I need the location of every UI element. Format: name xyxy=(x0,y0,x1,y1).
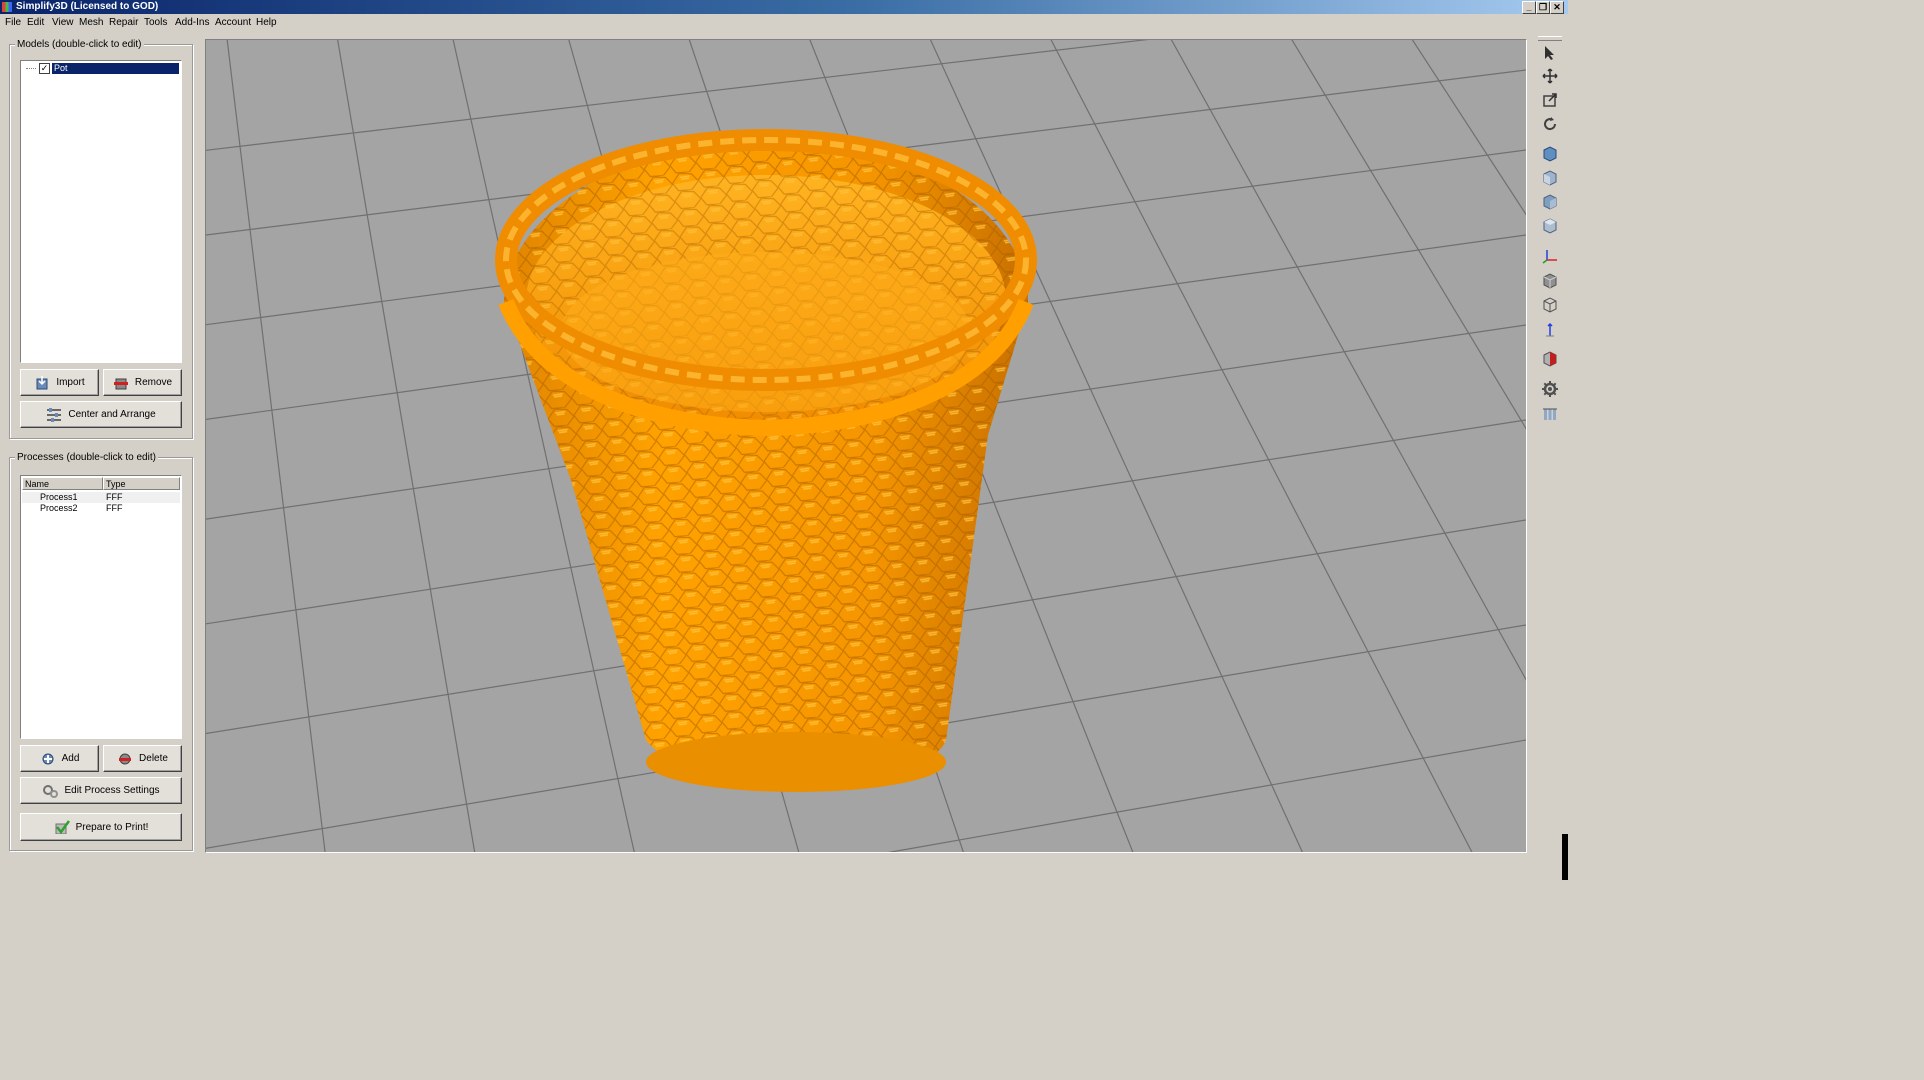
table-row[interactable]: Process1 FFF xyxy=(22,492,180,503)
delete-process-button[interactable]: Delete xyxy=(103,745,182,772)
menu-repair[interactable]: Repair xyxy=(109,17,138,28)
prepare-label: Prepare to Print! xyxy=(75,821,149,833)
move-icon[interactable] xyxy=(1538,65,1562,87)
table-row[interactable]: Process2 FFF xyxy=(22,503,180,514)
prepare-to-print-button[interactable]: Prepare to Print! xyxy=(20,813,182,841)
add-process-button[interactable]: Add xyxy=(20,745,99,772)
processes-group-title: Processes (double-click to edit) xyxy=(15,452,158,463)
models-group: Models (double-click to edit) ✓ Pot Impo… xyxy=(9,39,193,439)
remove-button[interactable]: Remove xyxy=(103,369,182,396)
build-plate-view[interactable] xyxy=(206,40,1526,852)
remove-label: Remove xyxy=(134,377,173,388)
z-axis-icon[interactable] xyxy=(1538,319,1562,341)
import-icon xyxy=(36,375,48,389)
process-type: FFF xyxy=(106,492,123,502)
settings-gear-icon[interactable] xyxy=(1538,378,1562,400)
process-name: Process2 xyxy=(40,503,78,513)
table-header: Name Type xyxy=(22,477,180,491)
delete-icon xyxy=(119,753,132,764)
view-side-icon[interactable] xyxy=(1538,191,1562,213)
checkmark-icon xyxy=(55,820,70,834)
toolbar-grip[interactable] xyxy=(1538,36,1562,41)
list-item[interactable]: ✓ Pot xyxy=(23,63,179,74)
axes-icon[interactable] xyxy=(1538,245,1562,267)
import-label: Import xyxy=(56,377,85,388)
remove-icon xyxy=(113,378,128,389)
tree-line xyxy=(26,68,36,69)
menu-account[interactable]: Account xyxy=(215,17,251,28)
edit-process-settings-button[interactable]: Edit Process Settings xyxy=(20,777,182,804)
model-checkbox[interactable]: ✓ xyxy=(39,63,50,74)
close-button[interactable]: ✕ xyxy=(1550,1,1564,14)
wireframe-view-icon[interactable] xyxy=(1538,294,1562,316)
delete-label: Delete xyxy=(139,753,168,764)
menu-help[interactable]: Help xyxy=(256,17,277,28)
columns-icon[interactable] xyxy=(1538,403,1562,425)
model-name: Pot xyxy=(52,63,179,74)
processes-table[interactable]: Name Type Process1 FFF Process2 FFF xyxy=(20,475,182,739)
view-toolbar xyxy=(1534,32,1566,452)
menu-mesh[interactable]: Mesh xyxy=(79,17,103,28)
rotate-icon[interactable] xyxy=(1538,113,1562,135)
solid-view-icon[interactable] xyxy=(1538,270,1562,292)
view-top-icon[interactable] xyxy=(1538,215,1562,237)
add-icon xyxy=(42,753,54,764)
cross-section-icon[interactable] xyxy=(1538,348,1562,370)
minimize-button[interactable]: _ xyxy=(1522,1,1536,14)
process-type: FFF xyxy=(106,503,123,513)
column-name[interactable]: Name xyxy=(22,477,103,490)
models-list[interactable]: ✓ Pot xyxy=(20,60,182,363)
menu-add-ins[interactable]: Add-Ins xyxy=(175,17,209,28)
view-front-icon[interactable] xyxy=(1538,167,1562,189)
restore-button[interactable]: ❐ xyxy=(1536,1,1550,14)
resize-grip[interactable] xyxy=(1562,834,1568,880)
menu-tools[interactable]: Tools xyxy=(144,17,167,28)
menu-edit[interactable]: Edit xyxy=(27,17,44,28)
add-label: Add xyxy=(61,753,80,764)
menu-file[interactable]: File xyxy=(5,17,21,28)
window-title: Simplify3D (Licensed to GOD) xyxy=(16,1,159,12)
gears-icon xyxy=(43,784,59,798)
center-arrange-button[interactable]: Center and Arrange xyxy=(20,401,182,428)
process-name: Process1 xyxy=(40,492,78,502)
scale-icon[interactable] xyxy=(1538,89,1562,111)
processes-group: Processes (double-click to edit) Name Ty… xyxy=(9,452,193,851)
edit-settings-label: Edit Process Settings xyxy=(64,785,160,796)
import-button[interactable]: Import xyxy=(20,369,99,396)
column-type[interactable]: Type xyxy=(103,477,180,490)
center-arrange-label: Center and Arrange xyxy=(68,409,156,420)
menu-bar: File Edit View Mesh Repair Tools Add-Ins… xyxy=(0,15,1568,31)
menu-view[interactable]: View xyxy=(52,17,74,28)
3d-viewport[interactable] xyxy=(205,39,1527,853)
app-icon xyxy=(2,2,12,12)
title-bar: Simplify3D (Licensed to GOD) _ ❐ ✕ xyxy=(0,0,1568,14)
select-icon[interactable] xyxy=(1538,42,1562,64)
models-group-title: Models (double-click to edit) xyxy=(15,39,144,50)
arrange-icon xyxy=(47,407,62,422)
view-default-icon[interactable] xyxy=(1538,143,1562,165)
